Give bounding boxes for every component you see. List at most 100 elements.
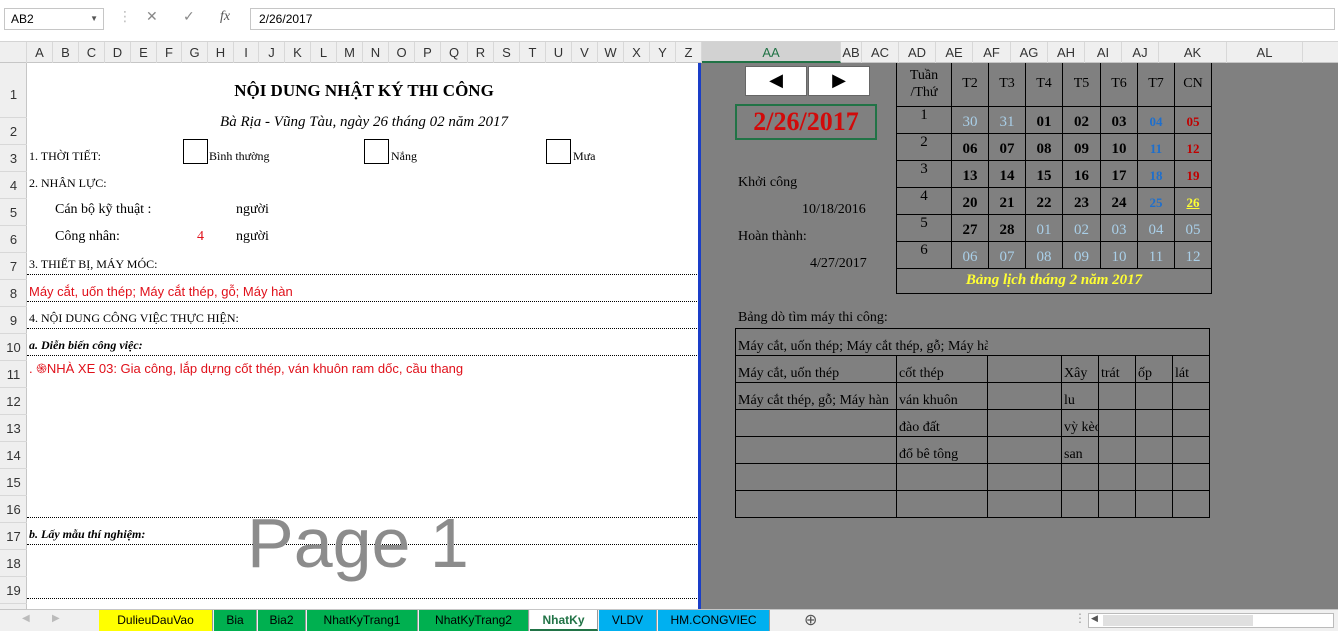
column-header[interactable]: AL — [1227, 42, 1303, 63]
calendar-day-cell[interactable]: 19 — [1174, 159, 1212, 188]
add-sheet-icon[interactable]: ⊕ — [804, 610, 817, 630]
column-header[interactable]: Q — [441, 42, 468, 63]
lookup-cell[interactable] — [735, 463, 897, 491]
calendar-day-cell[interactable]: 07 — [988, 240, 1026, 269]
lookup-cell[interactable] — [1135, 490, 1173, 518]
column-header[interactable]: Y — [650, 42, 676, 63]
column-header[interactable]: E — [131, 42, 157, 63]
lookup-cell[interactable] — [735, 409, 897, 437]
column-header[interactable]: U — [546, 42, 572, 63]
column-header[interactable]: Z — [676, 42, 702, 63]
column-header[interactable]: D — [105, 42, 131, 63]
lookup-cell[interactable] — [896, 490, 988, 518]
column-header[interactable]: F — [157, 42, 182, 63]
sheet-tab[interactable]: Bia2 — [258, 610, 306, 631]
column-header[interactable]: AJ — [1122, 42, 1159, 63]
calendar-day-cell[interactable]: 06 — [951, 240, 989, 269]
row-header[interactable]: 15 — [0, 469, 27, 496]
calendar-day-cell[interactable]: 16 — [1062, 159, 1101, 188]
lookup-cell[interactable]: trát — [1098, 355, 1136, 383]
calendar-day-cell[interactable]: 24 — [1100, 186, 1138, 215]
column-header[interactable]: G — [182, 42, 208, 63]
lookup-label[interactable]: Bảng dò tìm máy thi công: — [738, 310, 888, 326]
lookup-cell[interactable]: lát — [1172, 355, 1210, 383]
column-header[interactable]: W — [598, 42, 624, 63]
select-all-corner[interactable] — [0, 42, 27, 63]
day-header[interactable]: T5 — [1062, 63, 1101, 107]
calendar-day-cell[interactable]: 13 — [951, 159, 989, 188]
calendar-day-cell[interactable]: 06 — [951, 132, 989, 161]
finish-label[interactable]: Hoàn thành: — [738, 229, 807, 245]
calendar-day-cell[interactable]: 02 — [1062, 105, 1101, 134]
sheet-tab[interactable]: Bia — [214, 610, 257, 631]
lookup-cell[interactable] — [1061, 463, 1099, 491]
calendar-day-cell[interactable]: 10 — [1100, 132, 1138, 161]
calendar-day-cell[interactable]: 12 — [1174, 132, 1212, 161]
lookup-cell[interactable] — [1135, 382, 1173, 410]
column-header[interactable]: N — [363, 42, 389, 63]
name-box[interactable]: AB2 ▼ — [4, 8, 104, 30]
lookup-cell[interactable] — [1172, 409, 1210, 437]
lookup-cell[interactable]: lu — [1061, 382, 1099, 410]
chevron-down-icon[interactable]: ▼ — [90, 9, 98, 29]
week-number[interactable]: 1 — [896, 105, 952, 134]
day-header[interactable]: T2 — [951, 63, 989, 107]
lookup-cell[interactable]: ván khuôn — [896, 382, 988, 410]
row-header[interactable]: 9 — [0, 307, 27, 334]
column-header[interactable]: AE — [936, 42, 973, 63]
prev-month-button[interactable]: ◀ — [745, 66, 807, 96]
next-month-button[interactable]: ▶ — [808, 66, 870, 96]
calendar-day-cell[interactable]: 02 — [1062, 213, 1101, 242]
progress-value-row[interactable]: . ֍NHÀ XE 03: Gia công, lắp dựng cốt thé… — [29, 359, 463, 377]
lookup-cell[interactable] — [1098, 382, 1136, 410]
calendar-day-cell[interactable]: 31 — [988, 105, 1026, 134]
lookup-cell[interactable]: vỳ kèo — [1061, 409, 1099, 437]
lookup-cell[interactable] — [1061, 490, 1099, 518]
lookup-cell[interactable] — [1135, 463, 1173, 491]
lookup-cell[interactable]: ốp — [1135, 355, 1173, 383]
week-number[interactable]: 6 — [896, 240, 952, 269]
scrollbar-thumb[interactable] — [1103, 615, 1253, 626]
column-header[interactable]: O — [389, 42, 415, 63]
row-header[interactable]: 5 — [0, 199, 27, 226]
week-number[interactable]: 5 — [896, 213, 952, 242]
calendar-day-cell[interactable]: 26 — [1174, 186, 1212, 215]
calendar-day-cell[interactable]: 14 — [988, 159, 1026, 188]
calendar-day-cell[interactable]: 08 — [1025, 132, 1063, 161]
column-header[interactable]: AF — [973, 42, 1011, 63]
week-number[interactable]: 2 — [896, 132, 952, 161]
row-header[interactable]: 3 — [0, 145, 27, 172]
sheet-tab[interactable]: DulieuDauVao — [99, 610, 213, 631]
calendar-day-cell[interactable]: 20 — [951, 186, 989, 215]
row-header[interactable]: 1 — [0, 63, 27, 118]
work-label[interactable]: 4. NỘI DUNG CÔNG VIỆC THỰC HIỆN: — [29, 311, 239, 326]
column-header[interactable]: AG — [1011, 42, 1048, 63]
sheet-tab[interactable]: NhatKyTrang2 — [419, 610, 529, 631]
lookup-cell[interactable]: Máy cắt, uốn thép — [735, 355, 897, 383]
calendar-day-cell[interactable]: 04 — [1137, 105, 1175, 134]
column-header[interactable]: I — [234, 42, 259, 63]
checkbox-normal[interactable] — [183, 139, 208, 164]
engineer-unit[interactable]: người — [236, 202, 269, 218]
lookup-cell[interactable]: Xây — [1061, 355, 1099, 383]
column-header[interactable]: AH — [1048, 42, 1085, 63]
calendar-day-cell[interactable]: 05 — [1174, 105, 1212, 134]
sheet-tab[interactable]: NhatKyTrang1 — [307, 610, 418, 631]
location-date[interactable]: Bà Rịa - Vũng Tàu, ngày 26 tháng 02 năm … — [27, 114, 698, 131]
selected-date-cell[interactable]: 2/26/2017 — [735, 104, 877, 140]
lookup-cell[interactable] — [735, 436, 897, 464]
column-header[interactable]: AD — [899, 42, 936, 63]
column-header[interactable]: H — [208, 42, 234, 63]
equipment-label[interactable]: 3. THIẾT BỊ, MÁY MÓC: — [29, 257, 157, 272]
column-header[interactable]: AC — [862, 42, 899, 63]
start-date[interactable]: 10/18/2016 — [802, 202, 866, 218]
lookup-cell[interactable] — [987, 382, 1062, 410]
calendar-day-cell[interactable]: 09 — [1062, 132, 1101, 161]
lookup-cell[interactable]: cốt thép — [896, 355, 988, 383]
calendar-day-cell[interactable]: 07 — [988, 132, 1026, 161]
chevron-left-icon[interactable]: ◀ — [1091, 613, 1098, 624]
week-number[interactable]: 3 — [896, 159, 952, 188]
row-header[interactable]: 12 — [0, 388, 27, 415]
worker-count[interactable]: 4 — [197, 229, 204, 245]
calendar-day-cell[interactable]: 18 — [1137, 159, 1175, 188]
